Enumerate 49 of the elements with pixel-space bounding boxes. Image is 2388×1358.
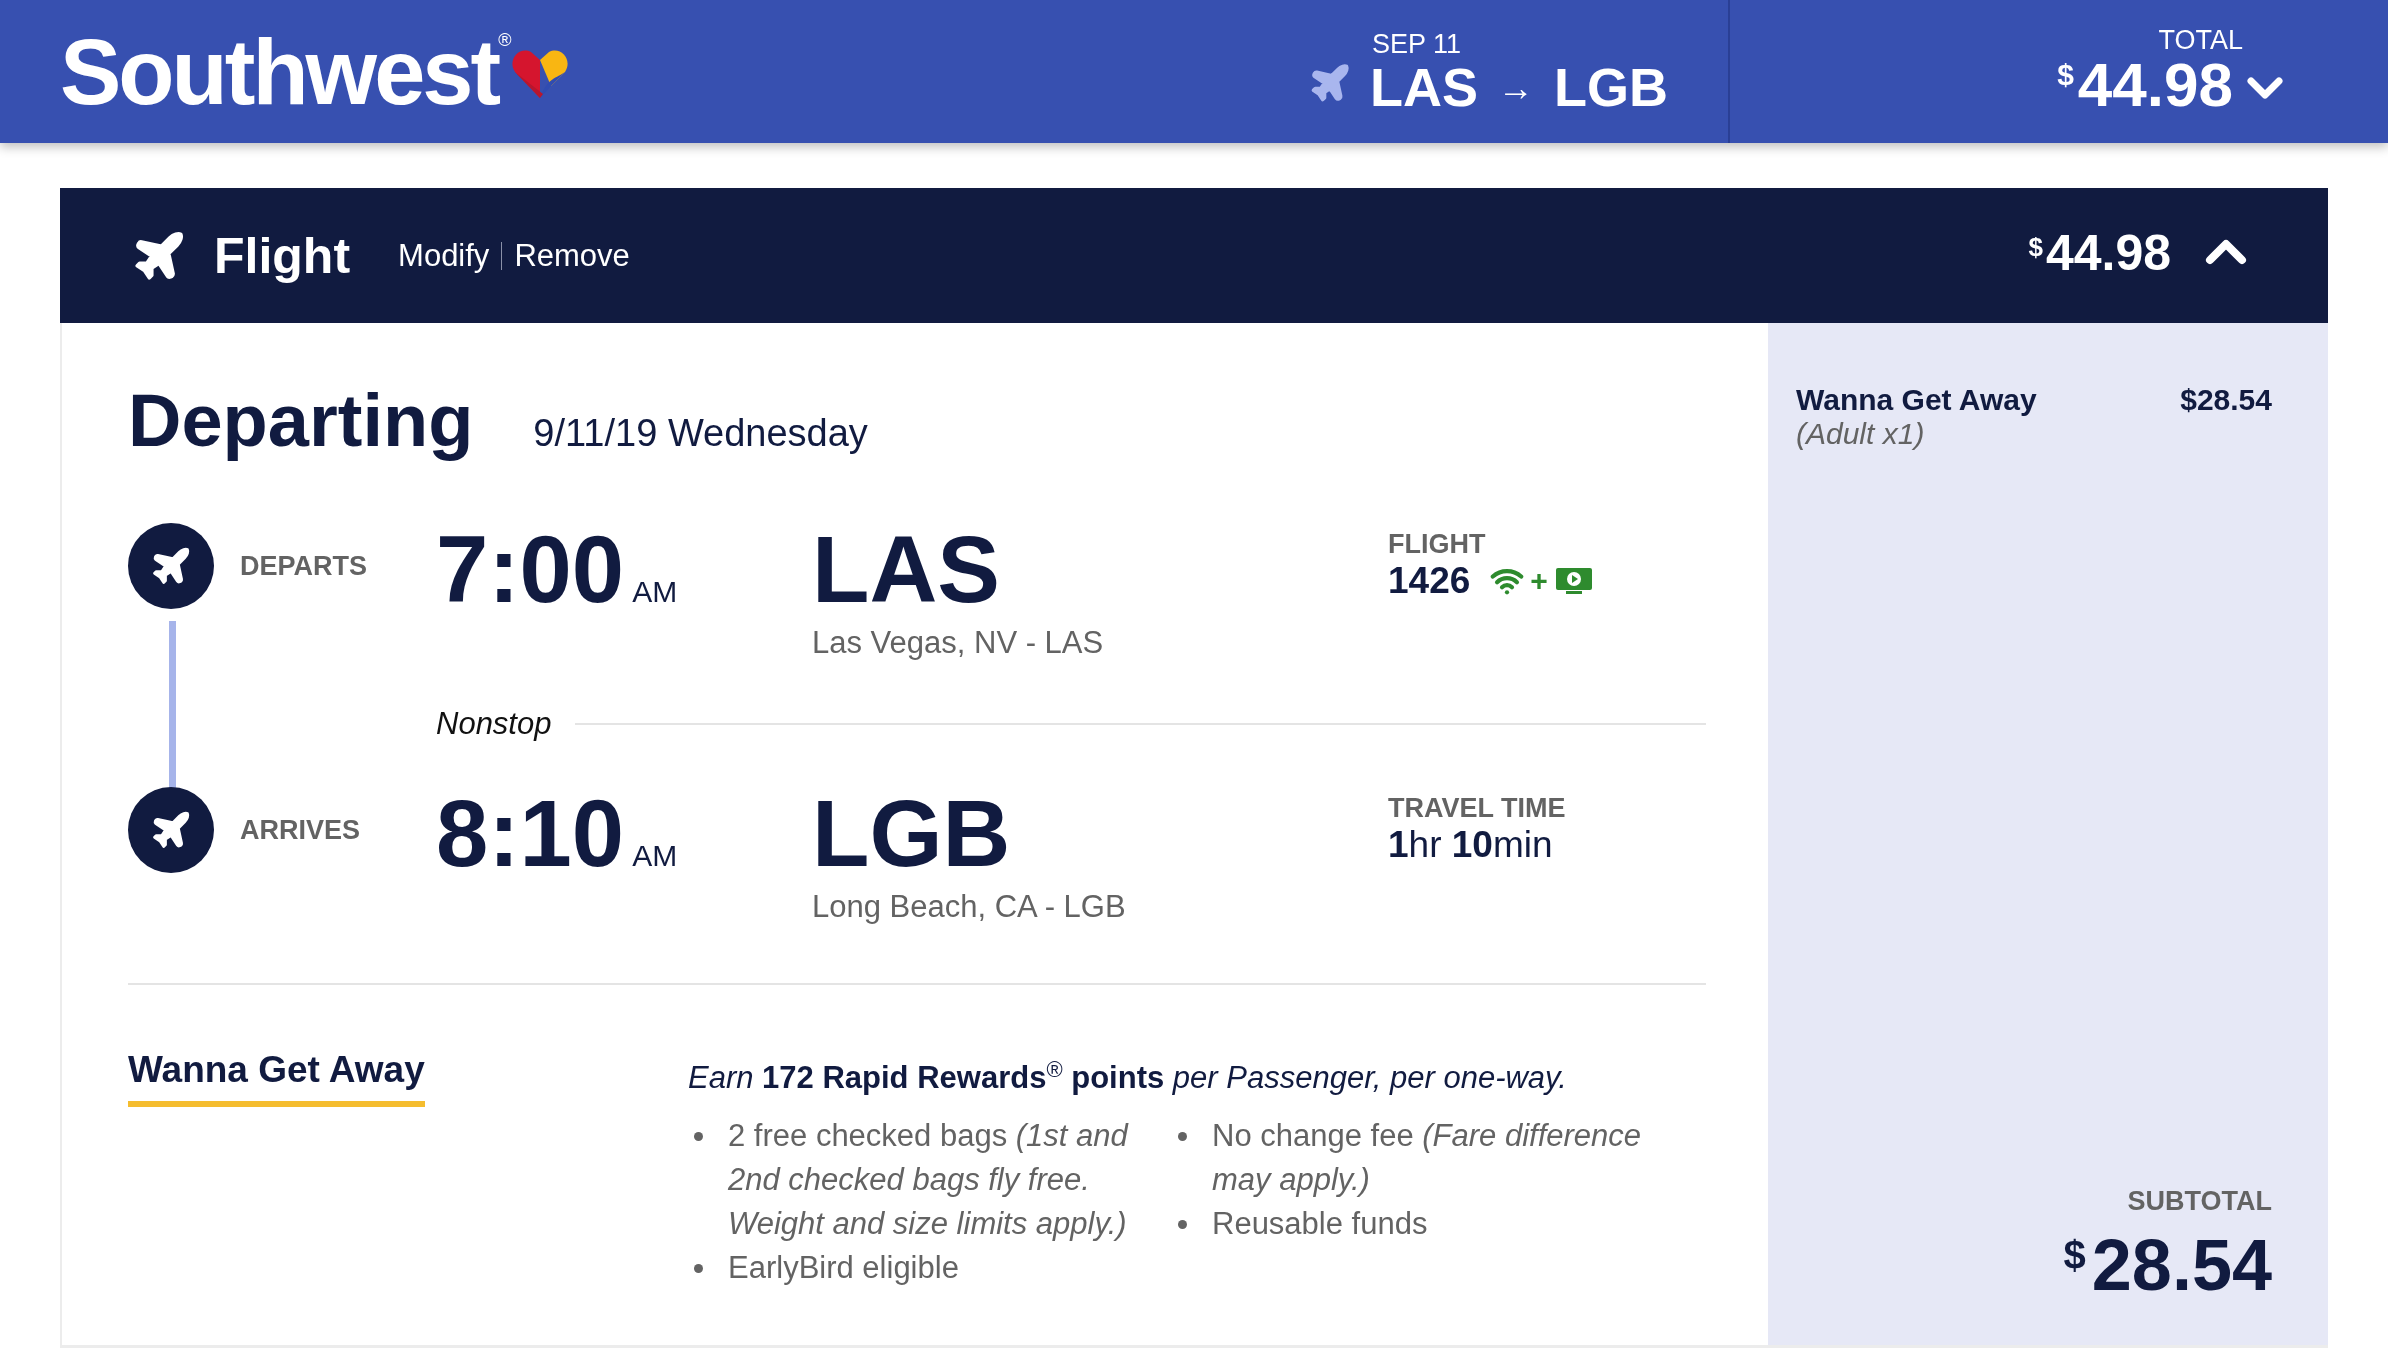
destination-code: LGB xyxy=(1554,57,1668,117)
departure-date: 9/11/19 Wednesday xyxy=(533,412,868,455)
total-price: 44.98 xyxy=(2077,54,2233,116)
currency-sign: $ xyxy=(2063,1233,2086,1278)
meridiem-text: AM xyxy=(632,839,678,873)
currency-sign: $ xyxy=(2057,58,2074,92)
flight-title: Flight xyxy=(214,226,351,285)
fare-name: Wanna Get Away xyxy=(1796,383,2037,417)
meridiem-text: AM xyxy=(632,575,678,609)
flight-price: 44.98 xyxy=(2045,227,2171,278)
origin-code: LAS xyxy=(1370,57,1478,117)
total-label: TOTAL xyxy=(2158,27,2243,54)
trip-date: SEP 11 xyxy=(1372,30,1463,58)
bullet-icon xyxy=(1178,1132,1187,1142)
airport-code: LAS xyxy=(812,523,1001,617)
flight-number: 1426 xyxy=(1388,560,1471,602)
benefit-item: 2 free checked bags (1st and 2nd checked bags fly free. Weight and size limits apply.) xyxy=(728,1117,1130,1244)
arrow-glyph: → xyxy=(1498,67,1534,108)
airport-city: Long Beach, CA - LGB xyxy=(812,889,1127,925)
airport-code: LGB xyxy=(812,787,1012,881)
tv-icon xyxy=(1553,566,1594,596)
bullet-icon xyxy=(694,1264,703,1274)
fare-price: $28.54 xyxy=(2180,383,2272,417)
benefit-item: No change fee (Fare difference may apply.) xyxy=(1212,1117,1643,1200)
segment-label: DEPARTS xyxy=(239,550,368,583)
benefit-item: EarlyBird eligible xyxy=(728,1249,959,1288)
passenger-count: (Adult x1) xyxy=(1796,417,1926,451)
info-label: TRAVEL TIME xyxy=(1388,793,1567,824)
fare-tab[interactable]: Wanna Get Away xyxy=(128,1049,425,1107)
plus-sign: + xyxy=(1530,564,1548,598)
airport-city: Las Vegas, NV - LAS xyxy=(812,625,1105,661)
segment-label: ARRIVES xyxy=(239,814,362,847)
subtotal-label: SUBTOTAL xyxy=(2127,1186,2272,1217)
nonstop-label: Nonstop xyxy=(436,706,552,742)
rewards-text: Earn 172 Rapid Rewards$^{®}$ points per Passenger, per one-way. xyxy=(688,1057,1568,1097)
currency-sign: $ xyxy=(2028,231,2043,263)
info-label: FLIGHT xyxy=(1388,529,1487,560)
logo-text[interactable]: Southwest xyxy=(60,25,499,118)
subtotal-price: 28.54 xyxy=(2091,1229,2272,1301)
benefit-item: Reusable funds xyxy=(1212,1205,1428,1244)
bullet-icon xyxy=(694,1132,703,1142)
action-link[interactable]: Remove xyxy=(514,237,630,274)
bullet-icon xyxy=(1178,1220,1187,1230)
registered-mark: ® xyxy=(498,29,512,50)
time-text: 8:10 xyxy=(436,787,625,881)
section-title: Departing xyxy=(128,378,474,463)
time-text: 7:00 xyxy=(436,523,625,617)
travel-time: 1hr 10min xyxy=(1388,824,1553,866)
action-link[interactable]: Modify xyxy=(398,237,490,274)
